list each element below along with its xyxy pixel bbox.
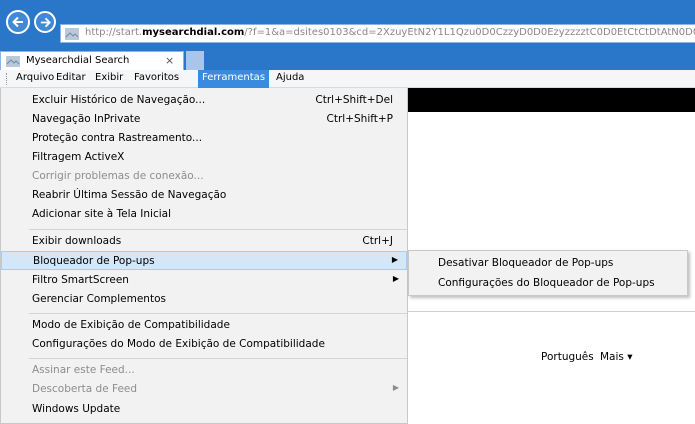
site-favicon-icon xyxy=(65,28,79,40)
new-tab-button[interactable] xyxy=(186,51,204,70)
menu-item-label: Adicionar site à Tela Inicial xyxy=(32,208,172,220)
menu-item-filtro-smartscreen[interactable]: Filtro SmartScreen ▶ xyxy=(1,271,407,290)
menu-exibir[interactable]: Exibir xyxy=(95,72,123,83)
menu-item-assinar-feed: Assinar este Feed... xyxy=(1,361,407,380)
browser-chrome: http://start.mysearchdial.com/?f=1&a=dsi… xyxy=(0,0,695,70)
more-link[interactable]: Mais ▾ xyxy=(600,351,633,363)
menu-item-label: Windows Update xyxy=(32,403,121,415)
address-bar[interactable]: http://start.mysearchdial.com/?f=1&a=dsi… xyxy=(60,24,695,43)
menu-item-adicionar-tela-inicial[interactable]: Adicionar site à Tela Inicial xyxy=(1,205,407,224)
menu-separator xyxy=(29,229,407,230)
menu-item-shortcut: Ctrl+Shift+Del xyxy=(315,94,393,106)
menu-separator xyxy=(29,358,407,359)
page-header-bar xyxy=(408,88,695,112)
address-url[interactable]: http://start.mysearchdial.com/?f=1&a=dsi… xyxy=(85,27,695,38)
forward-button[interactable] xyxy=(34,11,56,33)
page-divider xyxy=(408,311,695,312)
arrow-right-icon xyxy=(40,17,51,28)
menubar-grip xyxy=(6,73,8,85)
menu-arquivo[interactable]: Arquivo xyxy=(16,72,54,83)
menu-item-excluir-historico[interactable]: Excluir Histórico de Navegação... Ctrl+S… xyxy=(1,91,407,110)
tab-title: Mysearchdial Search xyxy=(26,55,130,66)
arrow-left-icon xyxy=(12,16,23,28)
menu-item-reabrir-sessao[interactable]: Reabrir Última Sessão de Navegação xyxy=(1,186,407,205)
submenu-arrow-icon: ▶ xyxy=(392,383,399,392)
menu-item-label: Filtragem ActiveX xyxy=(32,151,125,163)
menu-item-label: Reabrir Última Sessão de Navegação xyxy=(32,189,227,201)
submenu-arrow-icon: ▶ xyxy=(391,255,398,264)
menu-item-corrigir-conexao: Corrigir problemas de conexão... xyxy=(1,167,407,186)
menu-bar: Arquivo Editar Exibir Favoritos Ferramen… xyxy=(0,70,695,88)
menu-item-label: Filtro SmartScreen xyxy=(32,274,129,286)
back-button[interactable] xyxy=(6,10,30,34)
menu-item-windows-update[interactable]: Windows Update xyxy=(1,400,407,419)
menu-editar[interactable]: Editar xyxy=(56,72,86,83)
menu-item-bloqueador-popups[interactable]: Bloqueador de Pop-ups ▶ xyxy=(1,251,407,270)
menu-item-label: Modo de Exibição de Compatibilidade xyxy=(32,319,230,331)
menu-ajuda[interactable]: Ajuda xyxy=(276,72,304,83)
menu-item-label: Excluir Histórico de Navegação... xyxy=(32,94,206,106)
menu-item-exibir-downloads[interactable]: Exibir downloads Ctrl+J xyxy=(1,232,407,251)
menu-ferramentas[interactable]: Ferramentas xyxy=(198,70,270,88)
url-rest: /?f=1&a=dsites0103&cd=2XzuyEtN2Y1L1Qzu0D… xyxy=(244,27,695,38)
browser-tab[interactable]: Mysearchdial Search × xyxy=(0,51,184,70)
menu-item-protecao-rastreamento[interactable]: Proteção contra Rastreamento... xyxy=(1,129,407,148)
menu-item-config-compatibilidade[interactable]: Configurações do Modo de Exibição de Com… xyxy=(1,335,407,354)
menu-item-shortcut: Ctrl+Shift+P xyxy=(326,113,393,125)
menu-item-descoberta-feed: Descoberta de Feed ▶ xyxy=(1,380,407,399)
submenu-item-desativar-bloqueador[interactable]: Desativar Bloqueador de Pop-ups xyxy=(438,257,613,269)
menu-item-label: Corrigir problemas de conexão... xyxy=(32,170,204,182)
menu-item-label: Bloqueador de Pop-ups xyxy=(33,255,155,267)
tab-favicon-icon xyxy=(6,56,20,67)
menu-item-label: Descoberta de Feed xyxy=(32,383,138,395)
menu-item-label: Assinar este Feed... xyxy=(32,364,135,376)
menu-item-label: Proteção contra Rastreamento... xyxy=(32,132,203,144)
menu-item-inprivate[interactable]: Navegação InPrivate Ctrl+Shift+P xyxy=(1,110,407,129)
menu-item-modo-compatibilidade[interactable]: Modo de Exibição de Compatibilidade xyxy=(1,316,407,335)
language-link[interactable]: Português xyxy=(541,351,594,363)
menu-item-label: Navegação InPrivate xyxy=(32,113,141,125)
url-domain: mysearchdial.com xyxy=(142,27,245,38)
url-prefix: http://start. xyxy=(85,27,143,38)
tools-menu: Excluir Histórico de Navegação... Ctrl+S… xyxy=(0,88,408,424)
menu-item-shortcut: Ctrl+J xyxy=(362,235,393,247)
menu-separator xyxy=(29,313,407,314)
close-tab-icon[interactable]: × xyxy=(165,54,174,67)
popup-blocker-submenu: Desativar Bloqueador de Pop-ups Configur… xyxy=(408,250,688,296)
menu-item-gerenciar-complementos[interactable]: Gerenciar Complementos xyxy=(1,290,407,309)
menu-item-filtragem-activex[interactable]: Filtragem ActiveX xyxy=(1,148,407,167)
menu-item-label: Gerenciar Complementos xyxy=(32,293,166,305)
submenu-item-config-bloqueador[interactable]: Configurações do Bloqueador de Pop-ups xyxy=(438,277,655,289)
submenu-arrow-icon: ▶ xyxy=(392,274,399,283)
menu-item-label: Exibir downloads xyxy=(32,235,122,247)
menu-item-label: Configurações do Modo de Exibição de Com… xyxy=(32,338,325,350)
menu-favoritos[interactable]: Favoritos xyxy=(134,72,179,83)
